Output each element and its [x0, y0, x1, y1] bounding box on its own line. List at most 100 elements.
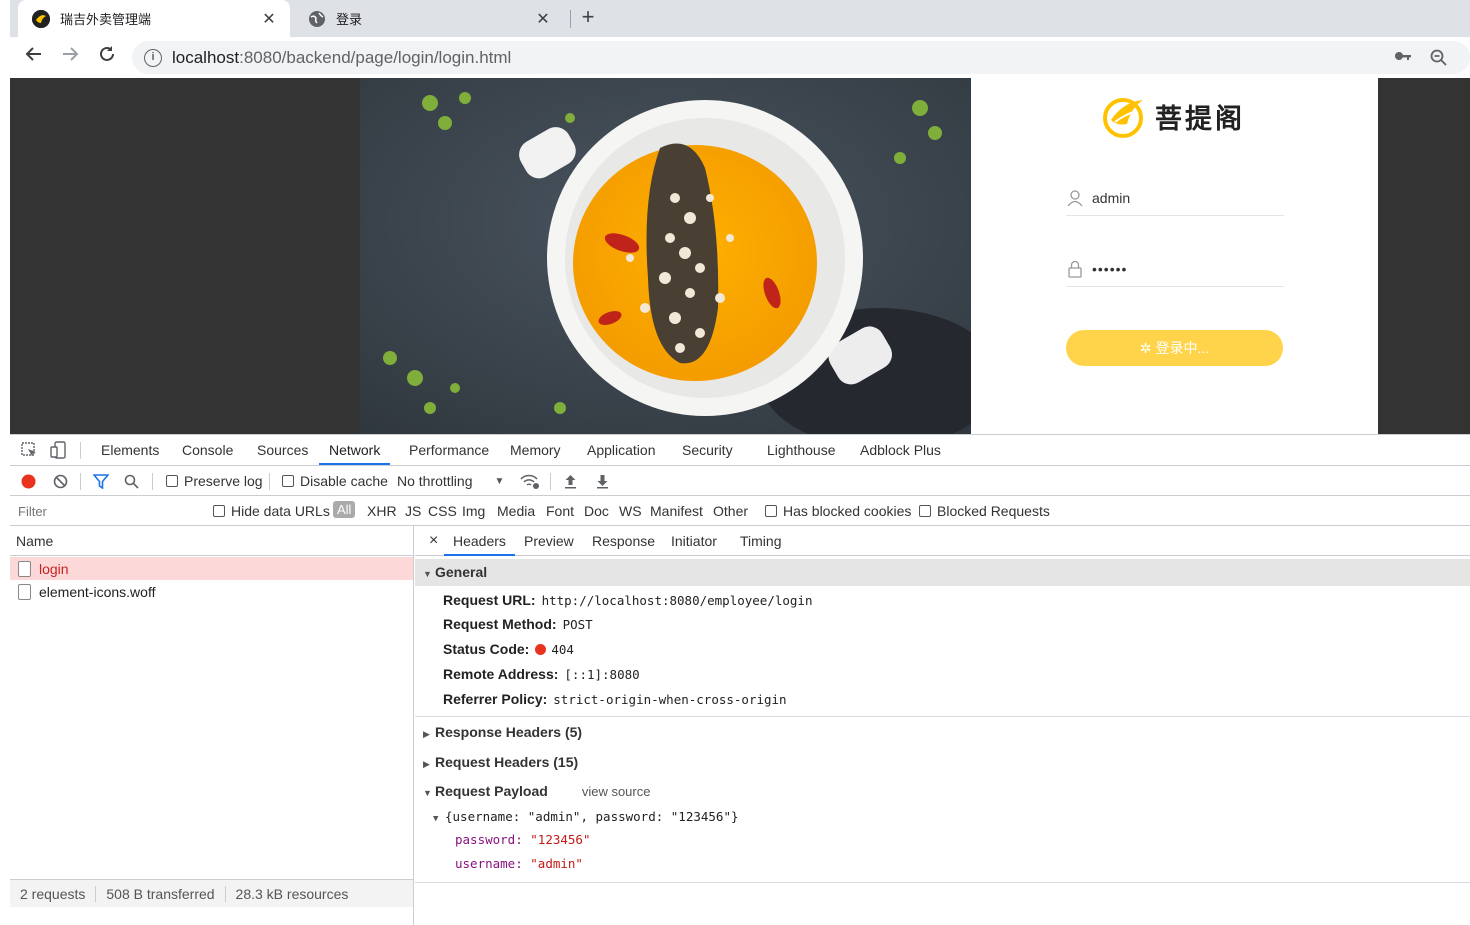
tab-console[interactable]: Console	[172, 435, 243, 465]
payload-password-key: password:	[455, 832, 523, 847]
checkbox-box[interactable]	[166, 475, 178, 487]
devtools-tab-bar: Elements Console Sources Network Perform…	[10, 435, 1470, 466]
filter-type-other[interactable]: Other	[713, 503, 748, 519]
toolbar-separator	[152, 473, 153, 490]
filter-type-xhr[interactable]: XHR	[367, 503, 397, 519]
filter-type-css[interactable]: CSS	[428, 503, 457, 519]
forward-button[interactable]	[56, 43, 84, 71]
filter-type-img[interactable]: Img	[462, 503, 485, 519]
tab-preview[interactable]: Preview	[515, 526, 583, 556]
triangle-right-icon: ▶	[423, 759, 430, 769]
clear-button[interactable]	[53, 474, 68, 489]
blocked-requests-checkbox[interactable]: Blocked Requests	[919, 503, 1050, 519]
tab-elements[interactable]: Elements	[91, 435, 169, 465]
tab-performance[interactable]: Performance	[399, 435, 499, 465]
filter-type-js[interactable]: JS	[405, 503, 421, 519]
download-icon	[597, 475, 608, 489]
tab-application[interactable]: Application	[577, 435, 666, 465]
network-conditions-button[interactable]	[520, 474, 540, 489]
tab-timing[interactable]: Timing	[731, 526, 791, 556]
hide-data-urls-checkbox[interactable]: Hide data URLs	[213, 503, 330, 519]
inspect-element-icon[interactable]	[20, 441, 38, 459]
filter-type-doc[interactable]: Doc	[584, 503, 609, 519]
disable-cache-label: Disable cache	[300, 473, 388, 489]
section-divider	[415, 882, 1470, 883]
tab-headers[interactable]: Headers	[444, 526, 515, 556]
tab-sources[interactable]: Sources	[247, 435, 318, 465]
view-source-link[interactable]: view source	[582, 784, 651, 799]
disable-cache-checkbox[interactable]: Disable cache	[282, 473, 388, 489]
wifi-settings-icon	[520, 474, 539, 489]
request-name: element-icons.woff	[39, 583, 156, 600]
filter-type-all[interactable]: All	[333, 501, 356, 518]
checkbox-box[interactable]	[213, 505, 225, 517]
password-field[interactable]: ••••••	[1066, 251, 1284, 287]
checkbox-box[interactable]	[282, 475, 294, 487]
browser-tab-active[interactable]: 瑞吉外卖管理端 ✕	[18, 0, 290, 37]
zoom-icon[interactable]	[1430, 49, 1448, 72]
search-button[interactable]	[124, 474, 139, 489]
filter-toggle-button[interactable]	[93, 474, 109, 489]
record-button[interactable]	[21, 474, 36, 489]
address-bar[interactable]: i localhost:8080/backend/page/login/logi…	[132, 41, 1470, 74]
key-icon[interactable]	[1394, 49, 1412, 68]
checkbox-box[interactable]	[919, 505, 931, 517]
url-text: localhost:8080/backend/page/login/login.…	[172, 48, 511, 68]
request-payload-section[interactable]: ▼ Request Payload view source	[415, 778, 1470, 805]
new-tab-button[interactable]: +	[574, 4, 602, 32]
password-input[interactable]: ••••••	[1092, 261, 1127, 277]
tab-initiator[interactable]: Initiator	[662, 526, 726, 556]
response-headers-section[interactable]: ▶ Response Headers (5)	[415, 719, 1470, 746]
detail-tab-bar: × Headers Preview Response Initiator Tim…	[415, 526, 1470, 556]
request-url-row: Request URL: http://localhost:8080/employ…	[443, 592, 813, 608]
back-button[interactable]	[20, 43, 48, 71]
name-column-header[interactable]: Name	[10, 526, 413, 556]
food-image	[360, 78, 971, 434]
has-blocked-cookies-label: Has blocked cookies	[783, 503, 912, 519]
globe-icon	[308, 10, 326, 28]
request-detail-panel: × Headers Preview Response Initiator Tim…	[415, 526, 1470, 925]
request-method-row: Request Method: POST	[443, 616, 593, 632]
forward-arrow-icon	[63, 47, 79, 61]
login-button[interactable]: ✲ 登录中...	[1066, 330, 1283, 366]
tab-adblock-plus[interactable]: Adblock Plus	[850, 435, 951, 465]
site-info-icon[interactable]: i	[144, 48, 162, 67]
device-toolbar-icon[interactable]	[50, 441, 68, 459]
hide-data-urls-label: Hide data URLs	[231, 503, 330, 519]
filter-funnel-icon	[93, 474, 109, 489]
general-section-header[interactable]: ▼ General	[415, 559, 1470, 586]
filter-type-font[interactable]: Font	[546, 503, 574, 519]
tab-response[interactable]: Response	[583, 526, 664, 556]
filter-type-ws[interactable]: WS	[619, 503, 642, 519]
close-tab-icon[interactable]: ✕	[260, 9, 278, 29]
request-row-login[interactable]: login	[10, 557, 413, 580]
tab-memory[interactable]: Memory	[500, 435, 571, 465]
response-headers-title: Response Headers (5)	[435, 724, 583, 740]
checkbox-box[interactable]	[765, 505, 777, 517]
browser-tab-login[interactable]: 登录 ✕	[294, 0, 564, 37]
tab-lighthouse[interactable]: Lighthouse	[757, 435, 846, 465]
payload-summary-row[interactable]: ▼ {username: "admin", password: "123456"}	[433, 809, 739, 824]
preserve-log-checkbox[interactable]: Preserve log	[166, 473, 263, 489]
throttling-select[interactable]: No throttling ▼	[397, 473, 504, 489]
loading-spinner-icon: ✲	[1139, 339, 1152, 356]
filter-type-media[interactable]: Media	[497, 503, 535, 519]
has-blocked-cookies-checkbox[interactable]: Has blocked cookies	[765, 503, 911, 519]
import-har-button[interactable]	[563, 474, 578, 489]
close-tab-icon[interactable]: ✕	[534, 9, 552, 29]
tab-network[interactable]: Network	[319, 435, 391, 465]
toolbar-separator	[80, 442, 81, 459]
filter-input[interactable]	[14, 500, 200, 522]
referrer-policy-value: strict-origin-when-cross-origin	[553, 692, 787, 707]
browser-tab-strip: 瑞吉外卖管理端 ✕ 登录 ✕ +	[10, 0, 1470, 37]
request-row-woff[interactable]: element-icons.woff	[10, 580, 413, 603]
request-headers-section[interactable]: ▶ Request Headers (15)	[415, 749, 1470, 776]
username-input[interactable]	[1092, 189, 1272, 206]
tab-security[interactable]: Security	[672, 435, 743, 465]
username-field[interactable]	[1066, 180, 1284, 216]
login-panel: 菩提阁 •••••• ✲ 登录中...	[971, 78, 1378, 434]
filter-type-manifest[interactable]: Manifest	[650, 503, 703, 519]
request-count: 2 requests	[10, 885, 97, 902]
export-har-button[interactable]	[595, 474, 610, 489]
reload-button[interactable]	[93, 43, 121, 71]
